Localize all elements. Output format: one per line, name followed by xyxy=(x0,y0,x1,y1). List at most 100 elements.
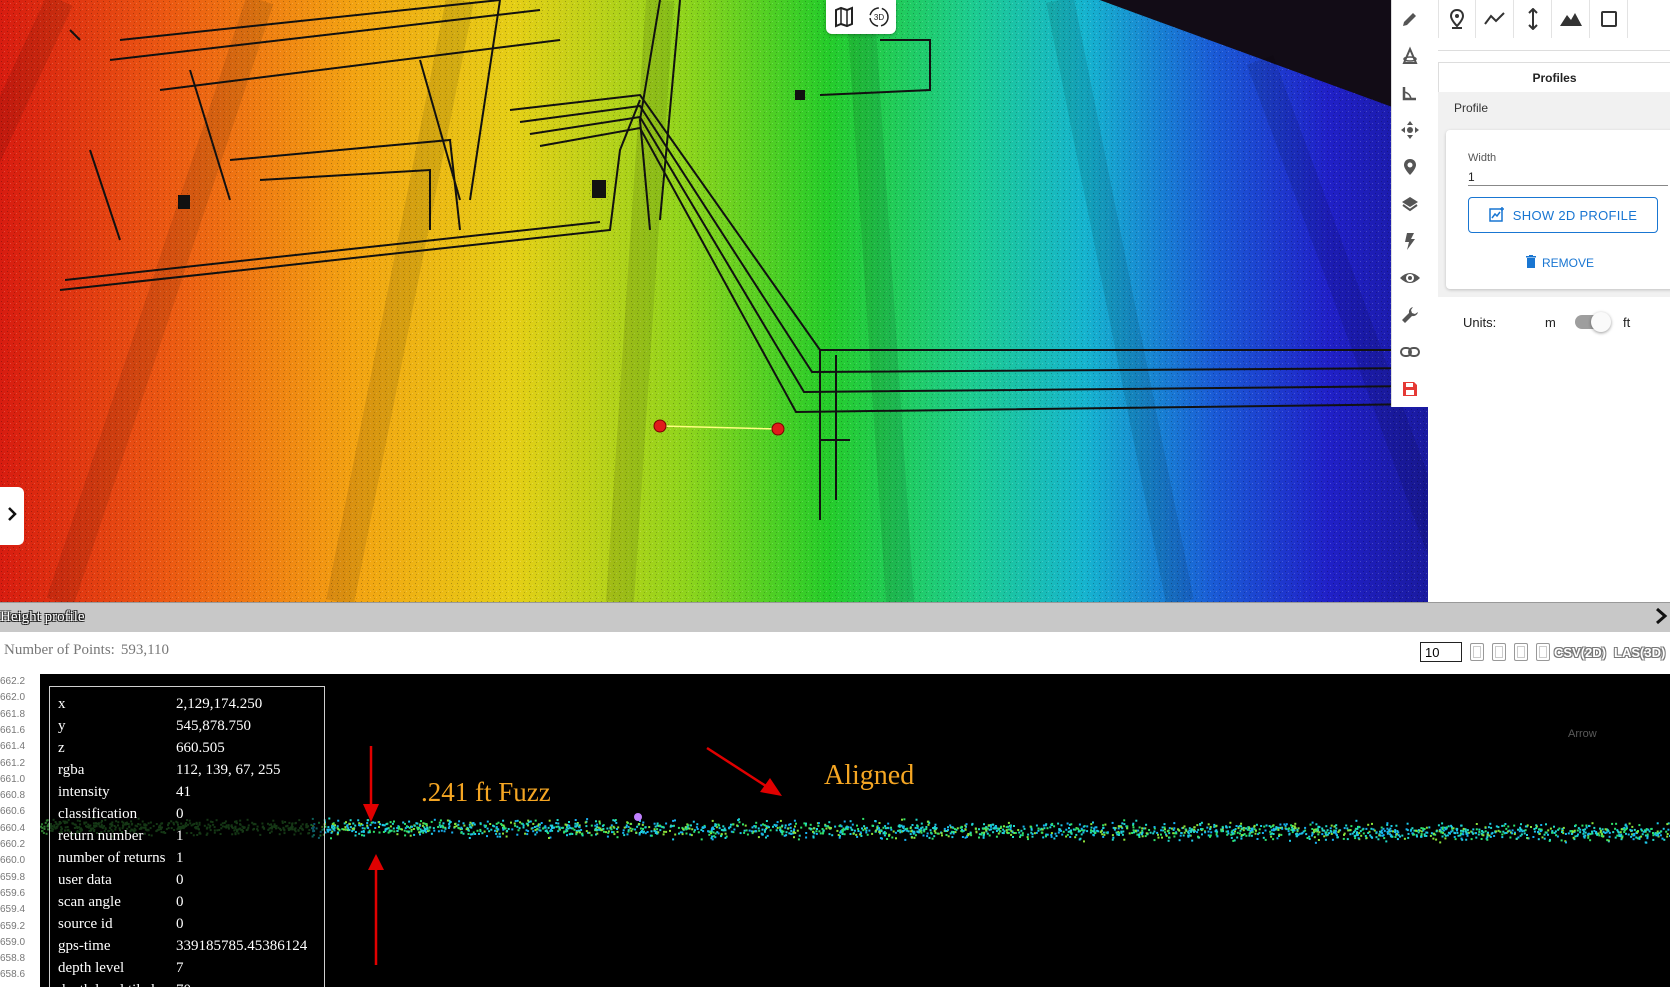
point-attribute-row: depth level 7 xyxy=(58,957,324,979)
right-panel: Profiles Profile Width SHOW 2D PROFILE R… xyxy=(1428,0,1670,602)
point-attribute-row: source id 0 xyxy=(58,913,324,935)
attribute-value: 0 xyxy=(176,915,184,932)
attribute-value: 112, 139, 67, 255 xyxy=(176,761,281,778)
point-cloud-viewport[interactable]: 3D xyxy=(0,0,1428,602)
pencil-icon[interactable] xyxy=(1395,0,1425,37)
aligned-annotation: Aligned xyxy=(824,760,915,791)
height-profile-plot[interactable]: x 2,129,174.250 y 545,878.750 z 660.505 rgba 11… xyxy=(40,674,1670,987)
y-tick-label: 660.6 xyxy=(0,806,26,818)
map-icon[interactable] xyxy=(832,5,856,29)
area-icon[interactable] xyxy=(1552,0,1590,38)
units-setting: Units: m ft xyxy=(1463,310,1653,334)
point-attribute-row: number of returns 1 xyxy=(58,847,324,869)
y-tick-label: 658.8 xyxy=(0,953,26,965)
width-input[interactable] xyxy=(1468,168,1668,186)
attribute-key: intensity xyxy=(58,783,110,800)
angle-icon[interactable] xyxy=(1395,74,1425,111)
y-tick-label: 660.0 xyxy=(0,855,26,867)
move-icon[interactable] xyxy=(1395,111,1425,148)
show-2d-profile-button[interactable]: SHOW 2D PROFILE xyxy=(1468,197,1658,233)
location-icon[interactable] xyxy=(1395,148,1425,185)
svg-text:3D: 3D xyxy=(873,13,883,22)
profiles-section-header[interactable]: Profiles xyxy=(1438,62,1670,92)
selected-point-marker xyxy=(634,813,642,821)
attribute-key: rgba xyxy=(58,761,85,778)
attribute-key: classification xyxy=(58,805,138,822)
divider xyxy=(1438,50,1670,51)
point-attributes-panel: x 2,129,174.250 y 545,878.750 z 660.505 rgba 11… xyxy=(49,686,325,987)
height-profile-y-axis: 662.2 662.0 661.8 661.6 661.4 661.2 661.0 660.8… xyxy=(0,674,40,987)
units-label: Units: xyxy=(1463,314,1497,330)
profile-details: Width SHOW 2D PROFILE REMOVE xyxy=(1438,124,1670,297)
save-icon[interactable] xyxy=(1395,370,1425,407)
point-icon[interactable] xyxy=(1438,0,1476,38)
attribute-value: 1 xyxy=(176,849,184,866)
height-profile-infobar: Number of Points: 593,110 CSV(2D) LAS(3D) xyxy=(0,632,1670,674)
rotate-right-icon[interactable] xyxy=(1492,643,1506,661)
number-of-points: Number of Points: 593,110 xyxy=(4,642,169,659)
eye-icon[interactable] xyxy=(1395,259,1425,296)
point-budget-input[interactable] xyxy=(1420,642,1462,662)
height-icon[interactable] xyxy=(1514,0,1552,38)
download-csv-link[interactable]: CSV(2D) xyxy=(1536,643,1606,661)
reset-view-icon[interactable] xyxy=(1514,643,1528,661)
point-attribute-row: classification 0 xyxy=(58,803,324,825)
y-tick-label: 660.4 xyxy=(0,822,26,834)
y-tick-label: 659.0 xyxy=(0,936,26,948)
arrow-label: Arrow xyxy=(1568,728,1597,740)
distance-icon[interactable] xyxy=(1476,0,1514,38)
view-mode-toggle[interactable]: 3D xyxy=(826,0,896,34)
box-icon[interactable] xyxy=(1590,0,1628,38)
download-las-label: LAS(3D) xyxy=(1614,644,1666,660)
lightning-icon[interactable] xyxy=(1395,222,1425,259)
3d-view-icon[interactable]: 3D xyxy=(867,5,891,29)
attribute-value: 660.505 xyxy=(176,739,225,756)
y-tick-label: 659.8 xyxy=(0,871,26,883)
rotate-left-icon[interactable] xyxy=(1470,643,1484,661)
units-m-label: m xyxy=(1545,314,1556,330)
point-attribute-row: y 545,878.750 xyxy=(58,715,324,737)
y-tick-label: 658.6 xyxy=(0,969,26,981)
fuzz-annotation: .241 ft Fuzz xyxy=(421,777,551,807)
attribute-value: 1 xyxy=(176,827,184,844)
remove-profile-button[interactable]: REMOVE xyxy=(1526,251,1594,275)
y-tick-label: 661.6 xyxy=(0,724,26,736)
link-icon[interactable] xyxy=(1395,333,1425,370)
show-2d-profile-label: SHOW 2D PROFILE xyxy=(1512,207,1638,223)
chart-icon xyxy=(1489,206,1505,225)
sidebar-toggle-button[interactable] xyxy=(0,487,24,545)
download-las-link[interactable]: LAS(3D) xyxy=(1614,645,1665,660)
width-label: Width xyxy=(1468,152,1497,164)
units-toggle[interactable] xyxy=(1575,312,1611,332)
point-attribute-row: gps-time 339185785.45386124 xyxy=(58,935,324,957)
point-attribute-row: rgba 112, 139, 67, 255 xyxy=(58,759,324,781)
point-cloud-scene xyxy=(0,0,1428,602)
close-icon[interactable] xyxy=(1654,607,1668,629)
profile-list-item[interactable]: Profile xyxy=(1438,92,1670,124)
attribute-key: gps-time xyxy=(58,937,111,954)
attribute-value: 0 xyxy=(176,893,184,910)
attribute-value: 0 xyxy=(176,805,184,822)
attribute-value: 70 xyxy=(176,982,191,987)
attribute-key: return number xyxy=(58,827,144,844)
attribute-key: x xyxy=(58,695,66,712)
point-attribute-row: z 660.505 xyxy=(58,737,324,759)
layers-icon[interactable] xyxy=(1395,185,1425,222)
y-tick-label: 661.2 xyxy=(0,757,26,769)
attribute-key: z xyxy=(58,739,65,756)
height-profile-title: Height profile xyxy=(0,609,85,625)
attribute-value: 545,878.750 xyxy=(176,717,251,734)
trash-icon xyxy=(1526,255,1536,271)
y-tick-label: 662.0 xyxy=(0,692,26,704)
y-tick-label: 659.4 xyxy=(0,904,26,916)
y-tick-label: 661.0 xyxy=(0,773,26,785)
point-attribute-row: intensity 41 xyxy=(58,781,324,803)
attribute-value: 2,129,174.250 xyxy=(176,695,263,712)
wrench-icon[interactable] xyxy=(1395,296,1425,333)
volume-icon[interactable] xyxy=(1395,37,1425,74)
units-ft-label: ft xyxy=(1623,314,1631,330)
attribute-key: user data xyxy=(58,871,112,888)
profile-card: Width SHOW 2D PROFILE REMOVE xyxy=(1446,130,1670,289)
measure-point-end xyxy=(771,422,785,436)
number-of-points-value: 593,110 xyxy=(120,642,170,658)
